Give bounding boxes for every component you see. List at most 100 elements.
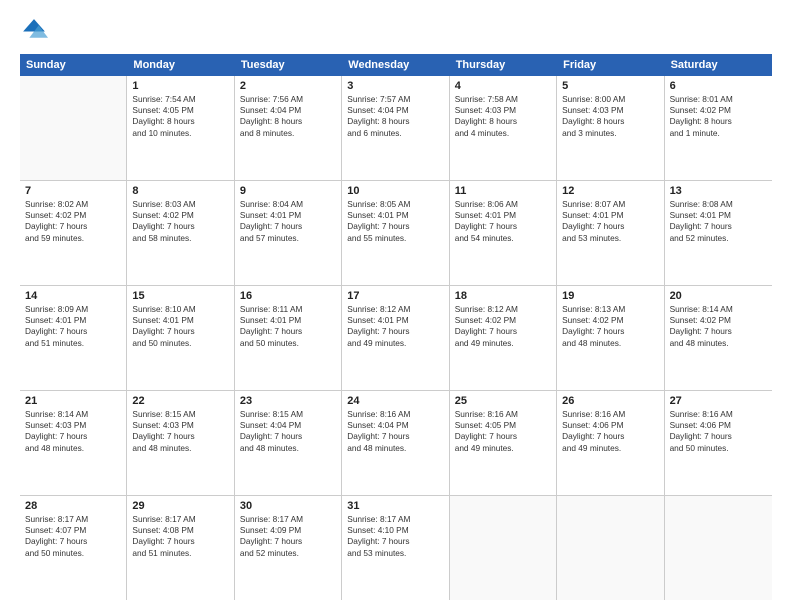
cell-info-line: Sunset: 4:07 PM: [25, 525, 121, 536]
cell-info-line: and 49 minutes.: [347, 338, 443, 349]
day-number: 1: [132, 80, 228, 92]
cell-info-line: and 49 minutes.: [455, 338, 551, 349]
cell-info-line: Sunset: 4:04 PM: [347, 105, 443, 116]
cell-info-line: and 51 minutes.: [132, 548, 228, 559]
cell-info-line: Sunrise: 8:08 AM: [670, 199, 767, 210]
cell-info-line: Sunrise: 8:07 AM: [562, 199, 658, 210]
day-number: 15: [132, 290, 228, 302]
day-number: 5: [562, 80, 658, 92]
cal-cell: 30Sunrise: 8:17 AMSunset: 4:09 PMDayligh…: [235, 496, 342, 600]
day-number: 28: [25, 500, 121, 512]
cell-info-line: Sunset: 4:01 PM: [347, 210, 443, 221]
cal-cell: 31Sunrise: 8:17 AMSunset: 4:10 PMDayligh…: [342, 496, 449, 600]
cal-cell: 2Sunrise: 7:56 AMSunset: 4:04 PMDaylight…: [235, 76, 342, 180]
cell-info-line: Sunset: 4:03 PM: [25, 420, 121, 431]
cal-cell: 16Sunrise: 8:11 AMSunset: 4:01 PMDayligh…: [235, 286, 342, 390]
cal-cell: 29Sunrise: 8:17 AMSunset: 4:08 PMDayligh…: [127, 496, 234, 600]
logo: [20, 16, 52, 44]
cell-info-line: and 59 minutes.: [25, 233, 121, 244]
day-number: 16: [240, 290, 336, 302]
cell-info-line: and 1 minute.: [670, 128, 767, 139]
cal-cell: 28Sunrise: 8:17 AMSunset: 4:07 PMDayligh…: [20, 496, 127, 600]
cal-cell: 24Sunrise: 8:16 AMSunset: 4:04 PMDayligh…: [342, 391, 449, 495]
cell-info-line: and 48 minutes.: [562, 338, 658, 349]
cell-info-line: and 51 minutes.: [25, 338, 121, 349]
cell-info-line: Sunset: 4:01 PM: [670, 210, 767, 221]
day-number: 31: [347, 500, 443, 512]
cell-info-line: and 52 minutes.: [240, 548, 336, 559]
cell-info-line: and 58 minutes.: [132, 233, 228, 244]
week-row-1: 1Sunrise: 7:54 AMSunset: 4:05 PMDaylight…: [20, 76, 772, 181]
cell-info-line: Daylight: 7 hours: [347, 326, 443, 337]
cal-cell: 23Sunrise: 8:15 AMSunset: 4:04 PMDayligh…: [235, 391, 342, 495]
header: [20, 16, 772, 44]
cal-cell: 13Sunrise: 8:08 AMSunset: 4:01 PMDayligh…: [665, 181, 772, 285]
cell-info-line: Sunset: 4:02 PM: [455, 315, 551, 326]
cell-info-line: Daylight: 8 hours: [562, 116, 658, 127]
cell-info-line: Sunset: 4:02 PM: [562, 315, 658, 326]
cell-info-line: Sunset: 4:02 PM: [670, 105, 767, 116]
cal-cell: 27Sunrise: 8:16 AMSunset: 4:06 PMDayligh…: [665, 391, 772, 495]
week-row-2: 7Sunrise: 8:02 AMSunset: 4:02 PMDaylight…: [20, 181, 772, 286]
cell-info-line: Sunrise: 7:56 AM: [240, 94, 336, 105]
cell-info-line: and 50 minutes.: [670, 443, 767, 454]
cell-info-line: Daylight: 7 hours: [25, 431, 121, 442]
day-number: 25: [455, 395, 551, 407]
cell-info-line: Daylight: 7 hours: [670, 221, 767, 232]
cell-info-line: Daylight: 7 hours: [455, 221, 551, 232]
cal-cell: 22Sunrise: 8:15 AMSunset: 4:03 PMDayligh…: [127, 391, 234, 495]
cell-info-line: Sunset: 4:05 PM: [455, 420, 551, 431]
cell-info-line: and 48 minutes.: [670, 338, 767, 349]
cal-cell: 15Sunrise: 8:10 AMSunset: 4:01 PMDayligh…: [127, 286, 234, 390]
cell-info-line: Daylight: 7 hours: [240, 221, 336, 232]
cell-info-line: Daylight: 7 hours: [132, 536, 228, 547]
day-number: 10: [347, 185, 443, 197]
day-number: 17: [347, 290, 443, 302]
cell-info-line: Sunset: 4:06 PM: [562, 420, 658, 431]
cell-info-line: Daylight: 7 hours: [25, 221, 121, 232]
cal-cell: [557, 496, 664, 600]
day-number: 12: [562, 185, 658, 197]
cal-cell: [665, 496, 772, 600]
cell-info-line: Sunset: 4:06 PM: [670, 420, 767, 431]
cell-info-line: and 48 minutes.: [25, 443, 121, 454]
cell-info-line: Sunrise: 8:14 AM: [25, 409, 121, 420]
cell-info-line: and 8 minutes.: [240, 128, 336, 139]
cell-info-line: Sunrise: 8:12 AM: [455, 304, 551, 315]
day-number: 11: [455, 185, 551, 197]
cal-cell: 6Sunrise: 8:01 AMSunset: 4:02 PMDaylight…: [665, 76, 772, 180]
cell-info-line: Sunrise: 8:16 AM: [562, 409, 658, 420]
cell-info-line: Daylight: 7 hours: [347, 536, 443, 547]
cell-info-line: Sunset: 4:04 PM: [240, 105, 336, 116]
header-day-tuesday: Tuesday: [235, 54, 342, 76]
cell-info-line: and 53 minutes.: [562, 233, 658, 244]
day-number: 22: [132, 395, 228, 407]
day-number: 8: [132, 185, 228, 197]
cal-cell: 17Sunrise: 8:12 AMSunset: 4:01 PMDayligh…: [342, 286, 449, 390]
cell-info-line: Sunrise: 8:17 AM: [132, 514, 228, 525]
day-number: 23: [240, 395, 336, 407]
cell-info-line: Daylight: 8 hours: [670, 116, 767, 127]
cell-info-line: Sunset: 4:01 PM: [132, 315, 228, 326]
cell-info-line: and 55 minutes.: [347, 233, 443, 244]
cell-info-line: Daylight: 7 hours: [25, 326, 121, 337]
cell-info-line: and 4 minutes.: [455, 128, 551, 139]
cell-info-line: and 50 minutes.: [25, 548, 121, 559]
cell-info-line: and 48 minutes.: [240, 443, 336, 454]
cal-cell: 14Sunrise: 8:09 AMSunset: 4:01 PMDayligh…: [20, 286, 127, 390]
header-day-monday: Monday: [127, 54, 234, 76]
cell-info-line: Sunset: 4:05 PM: [132, 105, 228, 116]
cell-info-line: Sunset: 4:01 PM: [562, 210, 658, 221]
day-number: 30: [240, 500, 336, 512]
cell-info-line: Daylight: 8 hours: [132, 116, 228, 127]
day-number: 21: [25, 395, 121, 407]
cal-cell: 19Sunrise: 8:13 AMSunset: 4:02 PMDayligh…: [557, 286, 664, 390]
cell-info-line: Sunset: 4:02 PM: [25, 210, 121, 221]
cell-info-line: Sunrise: 8:11 AM: [240, 304, 336, 315]
cell-info-line: Daylight: 7 hours: [562, 431, 658, 442]
cell-info-line: Sunset: 4:01 PM: [240, 210, 336, 221]
cell-info-line: Sunrise: 7:58 AM: [455, 94, 551, 105]
week-row-3: 14Sunrise: 8:09 AMSunset: 4:01 PMDayligh…: [20, 286, 772, 391]
cell-info-line: Daylight: 7 hours: [562, 326, 658, 337]
header-day-thursday: Thursday: [450, 54, 557, 76]
